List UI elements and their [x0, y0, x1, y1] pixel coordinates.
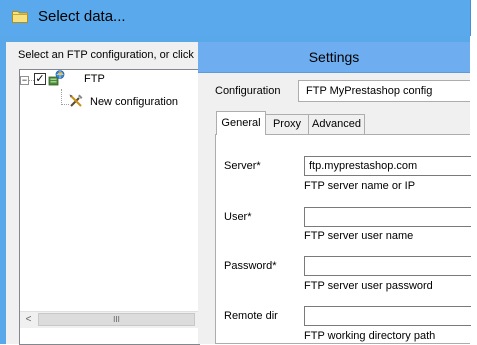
configuration-tree-pane: Select an FTP configuration, or click − … [6, 42, 200, 345]
user-label: User* [224, 211, 252, 223]
tree-connector [61, 89, 62, 105]
scroll-left-arrow-icon[interactable]: < [20, 312, 37, 328]
configuration-select[interactable]: FTP MyPrestashop config [298, 80, 470, 102]
tree-instruction: Select an FTP configuration, or click [18, 49, 194, 61]
remote-dir-label: Remote dir [224, 310, 278, 322]
tab-proxy[interactable]: Proxy [265, 114, 309, 134]
tree-item-new-configuration[interactable]: New configuration [90, 96, 178, 108]
remote-dir-help: FTP working directory path [304, 330, 436, 342]
window-title: Select data... [38, 8, 126, 25]
user-input[interactable] [304, 207, 471, 227]
configuration-label: Configuration [215, 85, 281, 97]
scrollbar-thumb[interactable]: III [38, 313, 195, 326]
password-input[interactable] [304, 256, 471, 276]
user-help: FTP server user name [304, 230, 414, 242]
server-label: Server* [224, 160, 261, 172]
ftp-checkbox[interactable]: ✓ [34, 73, 46, 85]
tools-icon [69, 94, 83, 107]
tab-advanced[interactable]: Advanced [308, 114, 365, 134]
settings-pane: Settings Configuration FTP MyPrestashop … [198, 42, 471, 344]
password-label: Password* [224, 260, 277, 272]
ftp-server-icon [48, 70, 65, 86]
dialog-body: Select an FTP configuration, or click − … [0, 36, 471, 345]
remote-dir-input[interactable] [304, 306, 471, 326]
general-tab-panel: Server* ftp.myprestashop.com FTP server … [215, 134, 471, 344]
server-help: FTP server name or IP [304, 180, 416, 192]
horizontal-scrollbar[interactable]: < III [20, 311, 199, 328]
folder-icon [12, 11, 28, 23]
tree-item-ftp[interactable]: FTP [84, 73, 105, 85]
server-input[interactable]: ftp.myprestashop.com [304, 156, 471, 176]
collapse-toggle-icon[interactable]: − [20, 76, 29, 85]
configuration-tree[interactable] [19, 69, 200, 345]
tab-general[interactable]: General [216, 111, 266, 135]
settings-header: Settings [198, 42, 470, 73]
password-help: FTP server user password [304, 280, 433, 292]
title-bar: Select data... [0, 0, 471, 36]
